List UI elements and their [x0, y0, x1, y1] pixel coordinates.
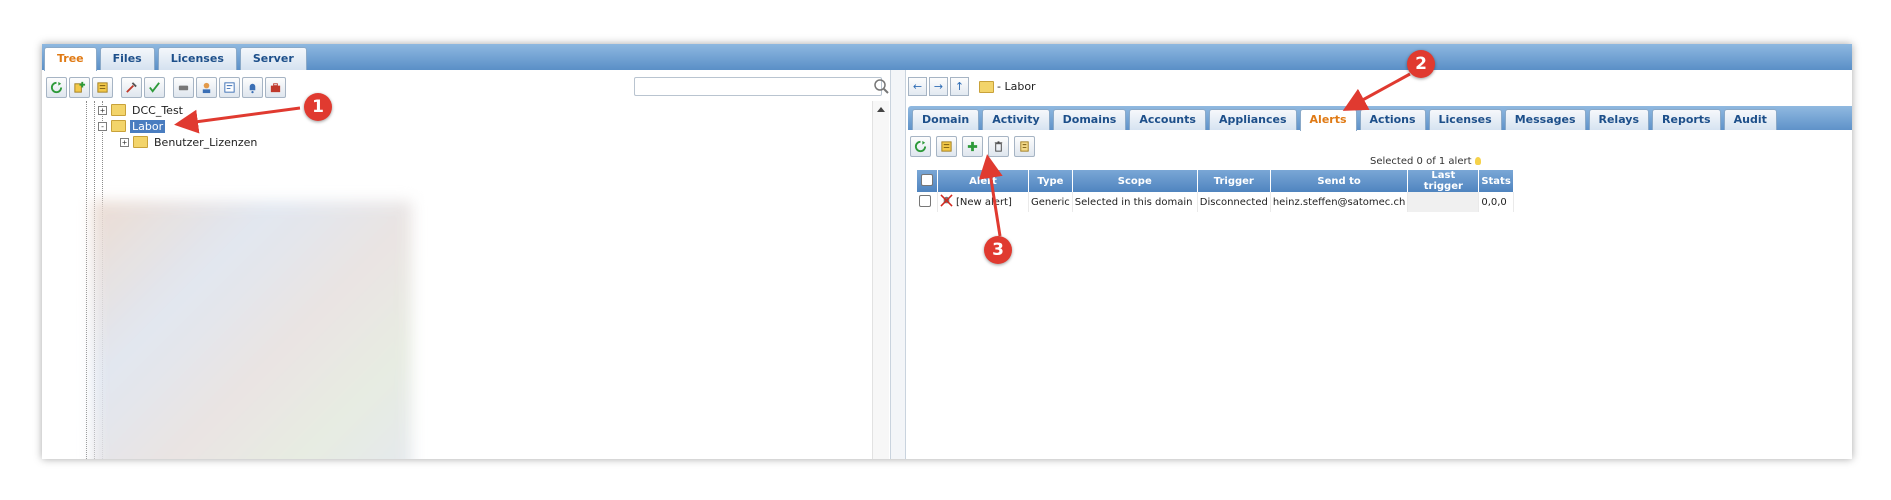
add-domain-icon[interactable] [69, 77, 90, 98]
domain-tab-bar: Domain Activity Domains Accounts Applian… [908, 106, 1852, 131]
expand-icon[interactable]: + [120, 137, 129, 147]
tree-node-label: Labor [130, 119, 166, 133]
trigger-cell: Disconnected [1197, 192, 1271, 212]
table-row[interactable]: [New alert] Generic Selected in this dom… [917, 192, 1514, 212]
panel-splitter[interactable] [890, 70, 906, 459]
tab-domain[interactable]: Domain [912, 109, 980, 130]
tab-alerts[interactable]: Alerts [1299, 109, 1357, 131]
tab-reports[interactable]: Reports [1652, 109, 1721, 130]
alerts-table: Alert Type Scope Trigger Send to Last tr… [917, 170, 1514, 212]
report-icon[interactable] [219, 77, 240, 98]
tab-licenses[interactable]: Licenses [157, 47, 237, 70]
check-icon[interactable] [144, 77, 165, 98]
collapse-icon[interactable]: - [98, 121, 107, 131]
tab-audit[interactable]: Audit [1723, 109, 1777, 130]
search-input[interactable] [634, 77, 882, 96]
nav-bar: ← → ↑ - Labor [908, 77, 1036, 96]
last-trigger-cell [1407, 192, 1480, 212]
folder-icon [111, 104, 126, 116]
tree-node[interactable]: + Benutzer_Lizenzen [120, 134, 259, 150]
callout-badge-3: 3 [984, 236, 1012, 264]
callout-badge-1: 1 [304, 93, 332, 121]
back-arrow-icon[interactable]: ← [908, 77, 927, 96]
selection-status: Selected 0 of 1 alert [1370, 156, 1481, 167]
type-cell: Generic [1028, 192, 1073, 212]
breadcrumb-label: - Labor [997, 80, 1036, 93]
alert-disabled-icon [940, 194, 953, 210]
tree-node-selected[interactable]: - Labor [98, 118, 166, 134]
lightbulb-icon [1474, 157, 1481, 165]
tab-files[interactable]: Files [99, 47, 155, 70]
column-header[interactable]: Stats [1478, 170, 1514, 192]
folder-open-icon [111, 120, 126, 132]
tab-licenses-domain[interactable]: Licenses [1428, 109, 1502, 130]
search-icon[interactable] [872, 77, 890, 96]
add-alert-icon[interactable] [962, 136, 983, 157]
row-checkbox[interactable] [917, 192, 938, 212]
folder-icon [133, 136, 148, 148]
refresh-icon[interactable] [46, 77, 67, 98]
user-icon[interactable] [196, 77, 217, 98]
bell-icon[interactable] [242, 77, 263, 98]
tree-structure-icon[interactable] [936, 136, 957, 157]
tab-appliances[interactable]: Appliances [1208, 109, 1297, 130]
tree-scrollbar[interactable] [872, 101, 889, 459]
breadcrumb: - Labor [979, 80, 1036, 93]
folder-icon [979, 80, 994, 93]
column-header[interactable]: Type [1028, 170, 1073, 192]
refresh-icon[interactable] [910, 136, 931, 157]
alerts-toolbar [910, 136, 1040, 157]
tree-structure-icon[interactable] [92, 77, 113, 98]
scroll-up-icon[interactable] [877, 107, 885, 112]
alert-cell: [New alert] [937, 192, 1029, 212]
column-header[interactable]: Trigger [1197, 170, 1271, 192]
column-header[interactable]: Alert [937, 170, 1029, 192]
edit-icon[interactable] [1014, 136, 1035, 157]
send-to-cell: heinz.steffen@satomec.ch [1270, 192, 1409, 212]
blurred-tree-region [92, 201, 412, 459]
tree-node-label: DCC_Test [132, 103, 183, 117]
tools-icon[interactable] [121, 77, 142, 98]
scope-cell: Selected in this domain [1072, 192, 1198, 212]
expand-icon[interactable]: + [98, 105, 107, 115]
tree-toolbar [46, 77, 288, 98]
main-tab-bar: Tree Files Licenses Server [42, 44, 1852, 71]
device-icon[interactable] [173, 77, 194, 98]
toolbox-icon[interactable] [265, 77, 286, 98]
trash-icon[interactable] [988, 136, 1009, 157]
tree-node[interactable]: + DCC_Test [98, 102, 185, 118]
tree-node-label: Benutzer_Lizenzen [154, 135, 258, 149]
tab-relays[interactable]: Relays [1588, 109, 1650, 130]
tab-tree[interactable]: Tree [44, 47, 97, 71]
tab-domains[interactable]: Domains [1052, 109, 1127, 130]
callout-badge-2: 2 [1407, 50, 1435, 78]
tab-activity[interactable]: Activity [982, 109, 1050, 130]
tab-actions[interactable]: Actions [1359, 109, 1426, 130]
forward-arrow-icon[interactable]: → [929, 77, 948, 96]
column-header[interactable]: Last trigger [1407, 170, 1480, 192]
tab-messages[interactable]: Messages [1504, 109, 1586, 130]
domain-tree: + DCC_Test - Labor + Benutzer_Lizenzen [42, 101, 872, 459]
column-header[interactable]: Scope [1072, 170, 1198, 192]
up-arrow-icon[interactable]: ↑ [950, 77, 969, 96]
tab-accounts[interactable]: Accounts [1129, 109, 1206, 130]
tab-server[interactable]: Server [239, 47, 307, 70]
stats-cell: 0,0,0 [1478, 192, 1514, 212]
column-header[interactable]: Send to [1270, 170, 1409, 192]
select-all-checkbox[interactable] [917, 170, 938, 192]
